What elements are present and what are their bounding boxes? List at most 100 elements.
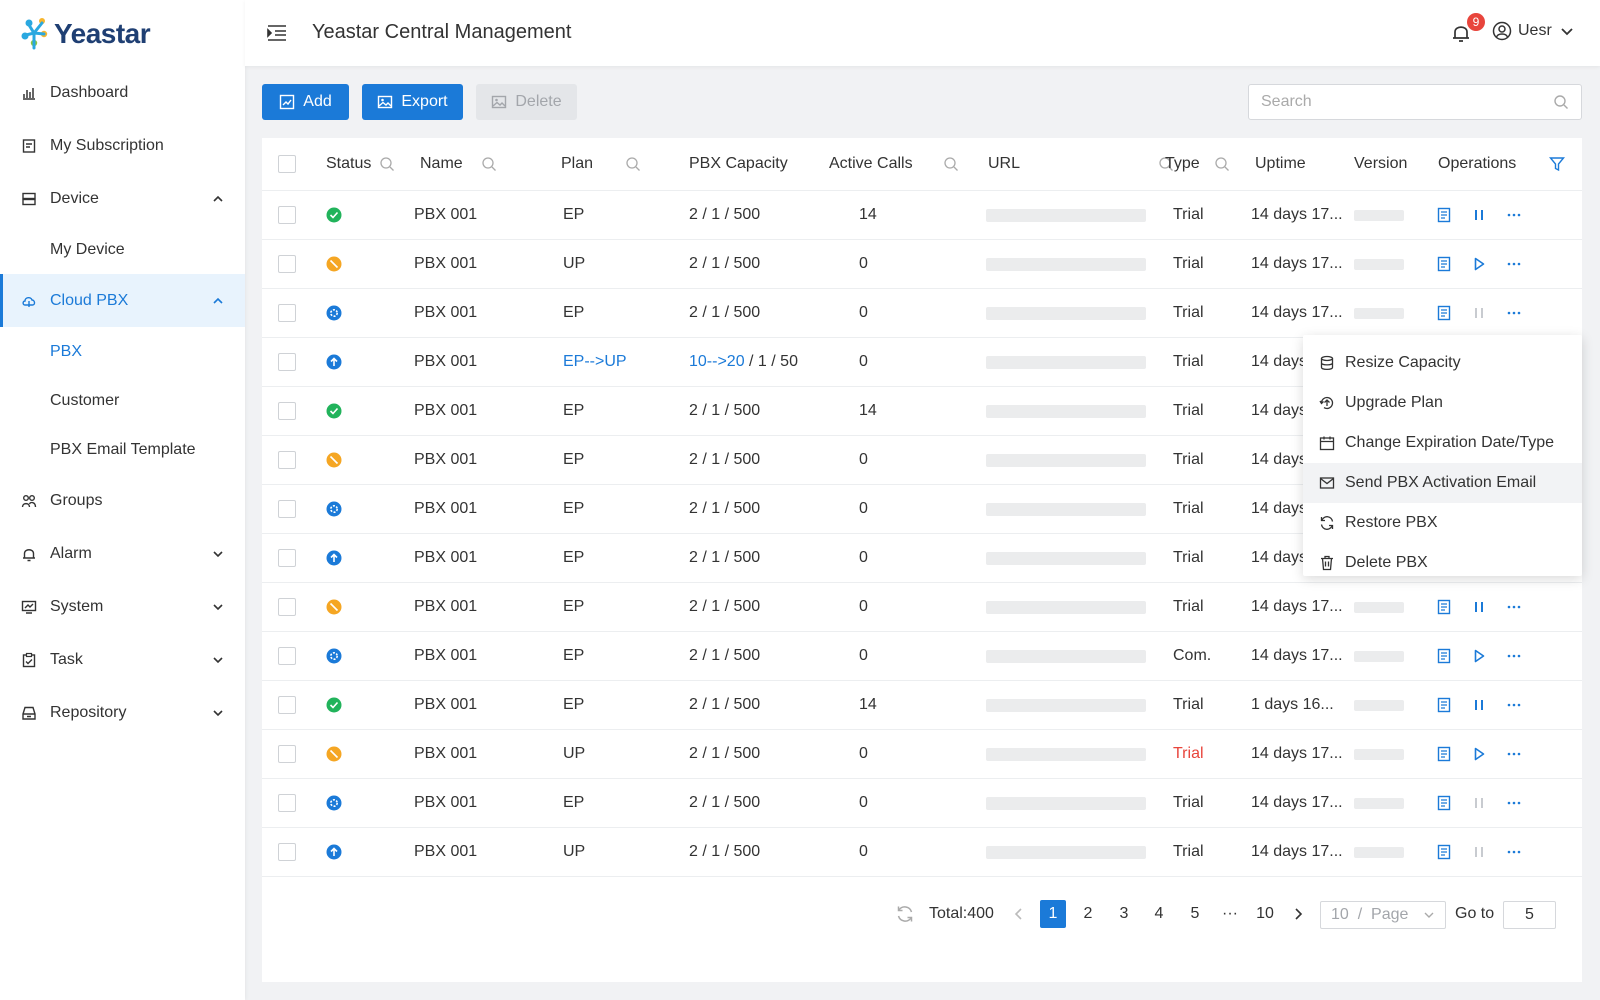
table-row[interactable]: PBX 001 EP 2 / 1 / 500 0 Trial 14 days 17... — [262, 583, 1582, 632]
column-search-icon[interactable] — [379, 156, 395, 172]
pause-icon[interactable] — [1471, 207, 1487, 223]
page-5[interactable]: 5 — [1182, 900, 1208, 928]
user-menu[interactable]: Uesr — [1492, 21, 1574, 41]
row-checkbox[interactable] — [278, 647, 296, 665]
row-checkbox[interactable] — [278, 843, 296, 861]
table-row[interactable]: PBX 001 EP 2 / 1 / 500 0 Com. 14 days 17... — [262, 632, 1582, 681]
row-checkbox[interactable] — [278, 451, 296, 469]
details-icon[interactable] — [1436, 795, 1452, 811]
row-checkbox[interactable] — [278, 402, 296, 420]
prev-page-icon[interactable] — [1010, 900, 1028, 928]
play-icon[interactable] — [1471, 746, 1487, 762]
column-header-version: Version — [1354, 155, 1408, 172]
more-icon[interactable] — [1506, 795, 1522, 811]
sidebar-item-repository[interactable]: Repository — [0, 686, 245, 739]
logo[interactable]: Yeastar — [20, 14, 151, 54]
details-icon[interactable] — [1436, 697, 1452, 713]
play-icon[interactable] — [1471, 648, 1487, 664]
table-row[interactable]: PBX 001 UP 2 / 1 / 500 0 Trial 14 days 17... — [262, 240, 1582, 289]
details-icon[interactable] — [1436, 746, 1452, 762]
details-icon[interactable] — [1436, 648, 1452, 664]
sidebar-item-dashboard[interactable]: Dashboard — [0, 66, 245, 119]
details-icon[interactable] — [1436, 599, 1452, 615]
row-checkbox[interactable] — [278, 304, 296, 322]
add-button[interactable]: Add — [262, 84, 349, 120]
goto-page-input[interactable] — [1503, 901, 1556, 929]
page-4[interactable]: 4 — [1146, 900, 1172, 928]
sidebar-item-alarm[interactable]: Alarm — [0, 527, 245, 580]
menu-item-change-expiration[interactable]: Change Expiration Date/Type — [1303, 423, 1582, 463]
row-checkbox[interactable] — [278, 745, 296, 763]
search-input[interactable] — [1249, 85, 1529, 119]
menu-item-resize-capacity[interactable]: Resize Capacity — [1303, 343, 1582, 383]
play-icon[interactable] — [1471, 256, 1487, 272]
more-icon[interactable] — [1506, 648, 1522, 664]
page-2[interactable]: 2 — [1075, 900, 1101, 928]
capacity-value: 2 — [689, 696, 698, 713]
pause-icon[interactable] — [1471, 599, 1487, 615]
sidebar-item-pbx-email-template[interactable]: PBX Email Template — [0, 425, 245, 474]
more-icon[interactable] — [1506, 746, 1522, 762]
row-checkbox[interactable] — [278, 500, 296, 518]
row-cell-name: PBX 001 — [414, 255, 478, 272]
filter-icon[interactable] — [1549, 156, 1565, 172]
pause-icon[interactable] — [1471, 697, 1487, 713]
row-checkbox[interactable] — [278, 598, 296, 616]
export-button[interactable]: Export — [362, 84, 463, 120]
column-search-icon[interactable] — [943, 156, 959, 172]
sidebar-item-task[interactable]: Task — [0, 633, 245, 686]
sidebar-item-pbx[interactable]: PBX — [0, 327, 245, 376]
details-icon[interactable] — [1436, 305, 1452, 321]
row-checkbox[interactable] — [278, 696, 296, 714]
row-checkbox[interactable] — [278, 549, 296, 567]
page-10[interactable]: 10 — [1252, 900, 1278, 928]
page-size-select[interactable]: 10 / Page — [1320, 901, 1446, 929]
more-icon[interactable] — [1506, 305, 1522, 321]
more-icon[interactable] — [1506, 207, 1522, 223]
row-cell-plan[interactable]: EP-->UP — [563, 338, 627, 386]
sidebar-item-my-subscription[interactable]: My Subscription — [0, 119, 245, 172]
sidebar-item-my-device[interactable]: My Device — [0, 225, 245, 274]
column-search-icon[interactable] — [1214, 156, 1230, 172]
details-icon[interactable] — [1436, 256, 1452, 272]
details-icon[interactable] — [1436, 844, 1452, 860]
next-page-icon[interactable] — [1289, 900, 1307, 928]
table-row[interactable]: PBX 001 EP 2 / 1 / 500 14 Trial 14 days 17... — [262, 191, 1582, 240]
more-icon[interactable] — [1506, 599, 1522, 615]
select-all-checkbox[interactable] — [278, 155, 296, 173]
row-checkbox[interactable] — [278, 353, 296, 371]
refresh-icon[interactable] — [894, 900, 916, 928]
menu-collapse-icon[interactable] — [267, 24, 287, 42]
menu-item-upgrade-plan[interactable]: Upgrade Plan — [1303, 383, 1582, 423]
menu-item-delete-pbx[interactable]: Delete PBX — [1303, 543, 1582, 583]
delete-button[interactable]: Delete — [476, 84, 577, 120]
more-icon[interactable] — [1506, 697, 1522, 713]
row-checkbox[interactable] — [278, 255, 296, 273]
page-3[interactable]: 3 — [1111, 900, 1137, 928]
table-row[interactable]: PBX 001 EP 2 / 1 / 500 0 Trial 14 days 17... — [262, 289, 1582, 338]
capacity-value[interactable]: 10-->20 — [689, 353, 745, 371]
sidebar-item-groups[interactable]: Groups — [0, 474, 245, 527]
page-ellipsis[interactable]: ··· — [1217, 900, 1243, 928]
sidebar-item-system[interactable]: System — [0, 580, 245, 633]
sidebar-item-device[interactable]: Device — [0, 172, 245, 225]
table-row[interactable]: PBX 001 EP 2 / 1 / 500 0 Trial 14 days 17... — [262, 779, 1582, 828]
search-icon[interactable] — [1553, 94, 1569, 110]
capacity-rest: / 1 / 500 — [697, 255, 761, 272]
menu-item-send-activation-email[interactable]: Send PBX Activation Email — [1303, 463, 1582, 503]
table-row[interactable]: PBX 001 UP 2 / 1 / 500 0 Trial 14 days 17... — [262, 730, 1582, 779]
details-icon[interactable] — [1436, 207, 1452, 223]
column-search-icon[interactable] — [481, 156, 497, 172]
row-checkbox[interactable] — [278, 794, 296, 812]
column-search-icon[interactable] — [625, 156, 641, 172]
sidebar-item-cloud-pbx[interactable]: Cloud PBX — [0, 274, 245, 327]
more-icon[interactable] — [1506, 844, 1522, 860]
table-row[interactable]: PBX 001 EP 2 / 1 / 500 14 Trial 1 days 16... — [262, 681, 1582, 730]
sidebar-item-customer[interactable]: Customer — [0, 376, 245, 425]
more-icon[interactable] — [1506, 256, 1522, 272]
page-1[interactable]: 1 — [1040, 900, 1066, 928]
menu-item-restore-pbx[interactable]: Restore PBX — [1303, 503, 1582, 543]
row-checkbox[interactable] — [278, 206, 296, 224]
header-cell-version: Version — [1354, 138, 1407, 190]
table-row[interactable]: PBX 001 UP 2 / 1 / 500 0 Trial 14 days 17... — [262, 828, 1582, 877]
